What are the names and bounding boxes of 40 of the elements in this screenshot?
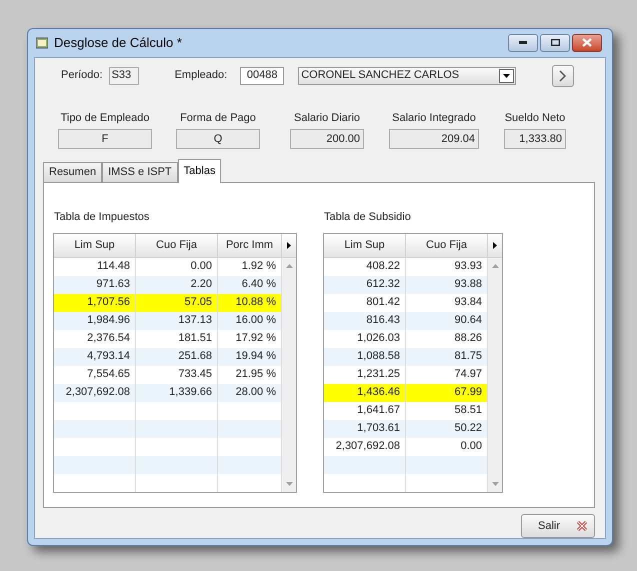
column-header[interactable]: Lim Sup [54, 234, 136, 256]
window-title: Desglose de Cálculo * [54, 34, 182, 52]
dropdown-caret-icon [503, 74, 510, 78]
readonly-field: 209.04 [389, 129, 479, 149]
period-field[interactable]: S33 [108, 66, 139, 84]
maximize-button[interactable] [540, 34, 570, 52]
maximize-icon [550, 39, 560, 46]
tab[interactable]: Resumen [43, 162, 102, 182]
column-header[interactable]: Lim Sup [324, 234, 406, 256]
caret-icon[interactable] [287, 242, 291, 248]
exit-button[interactable]: Salir [521, 514, 595, 538]
column-header[interactable]: Cuo Fija [136, 234, 218, 256]
readonly-field: F [58, 129, 152, 149]
table-title: Tabla de Subsidio [324, 210, 412, 225]
employee-dropdown[interactable]: CORONEL SANCHEZ CARLOS [298, 66, 516, 84]
column-header[interactable]: Cuo Fija [406, 234, 488, 256]
minimize-icon [519, 41, 527, 44]
field-label: Empleado: [174, 68, 228, 84]
chevron-right-icon [559, 70, 568, 82]
employee-id-field[interactable]: 00488 [240, 66, 284, 84]
tab[interactable]: Tablas [178, 159, 222, 183]
field-label: Forma de Pago [180, 110, 256, 126]
next-button[interactable] [552, 64, 574, 86]
close-icon [582, 38, 592, 48]
app-icon [36, 36, 48, 49]
caret-icon[interactable] [493, 242, 497, 248]
field-label: Sueldo Neto [504, 110, 566, 126]
close-button[interactable] [572, 34, 602, 52]
field-label: Tipo de Empleado [60, 110, 150, 126]
readonly-field: 200.00 [290, 129, 364, 149]
minimize-button[interactable] [508, 34, 538, 52]
column-header[interactable]: Porc Imm [218, 234, 282, 256]
readonly-field: Q [176, 129, 260, 149]
table-title: Tabla de Impuestos [54, 210, 150, 225]
field-label: Período: [61, 68, 103, 84]
field-label: Salario Integrado [392, 110, 476, 126]
readonly-field: 1,333.80 [504, 129, 566, 149]
close-icon [576, 520, 588, 532]
tab[interactable]: IMSS e ISPT [102, 162, 178, 182]
field-label: Salario Diario [294, 110, 360, 126]
